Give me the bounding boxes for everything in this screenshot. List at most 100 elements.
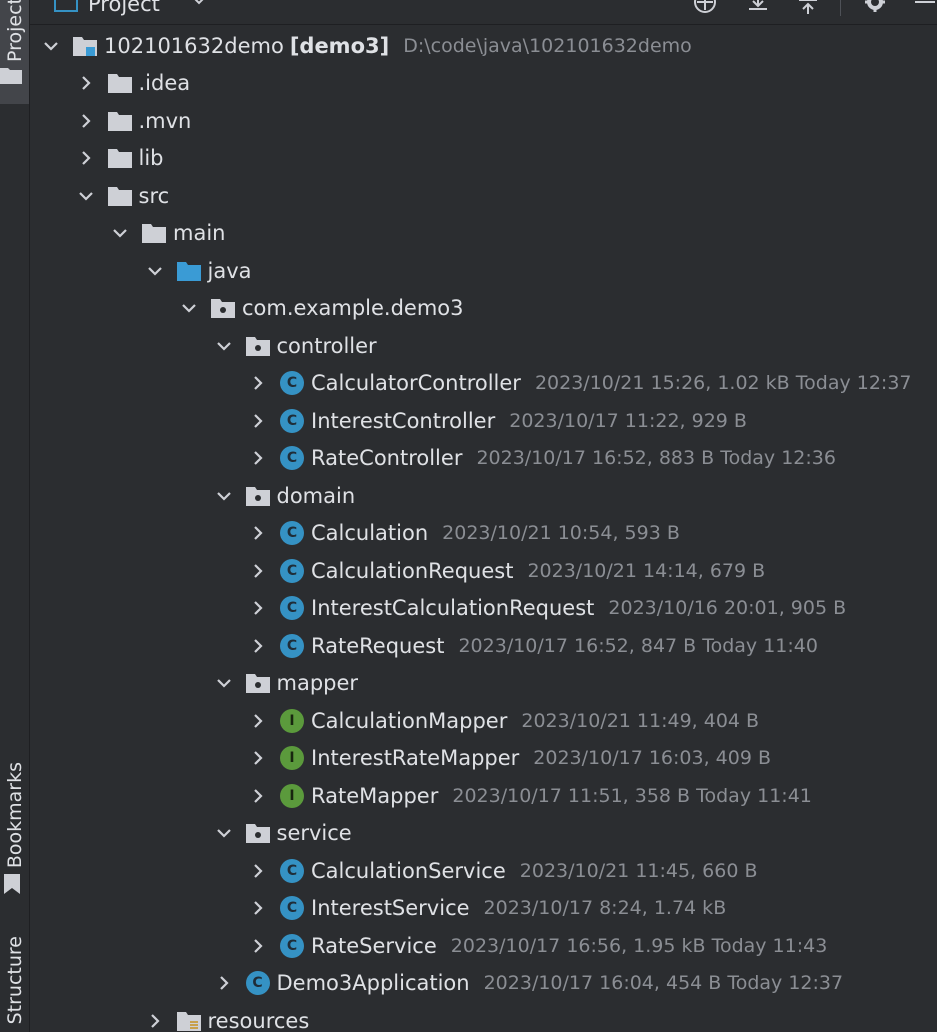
chevron-right-icon[interactable]	[246, 934, 270, 958]
tree-row[interactable]: .idea	[30, 65, 937, 102]
tree-item-name: main	[173, 221, 226, 245]
tree-row[interactable]: main	[30, 215, 937, 252]
chevron-right-icon[interactable]	[246, 521, 270, 545]
tree-row[interactable]: I InterestRateMapper 2023/10/17 16:03, 409…	[30, 740, 937, 777]
tree-item-name: InterestController	[311, 408, 496, 433]
chevron-down-icon[interactable]	[143, 259, 167, 283]
chevron-right-icon[interactable]	[246, 896, 270, 920]
tree-item-name: lib	[138, 146, 164, 170]
tree-row[interactable]: C InterestController 2023/10/17 11:22, 929…	[30, 402, 937, 439]
tree-row[interactable]: lib	[30, 140, 937, 177]
java-class-icon: C	[278, 633, 306, 659]
java-class-icon: C	[278, 520, 306, 546]
locate-icon[interactable]	[692, 0, 718, 16]
tree-item-name: RateMapper	[311, 783, 439, 808]
tree-row[interactable]: C CalculatorController 2023/10/21 15:26, 1…	[30, 365, 937, 402]
java-class-icon: C	[244, 970, 272, 996]
java-class-icon: C	[278, 595, 306, 621]
tree-row[interactable]: C RateRequest 2023/10/17 16:52, 847 B Toda…	[30, 627, 937, 664]
tree-item-name: CalculationMapper	[311, 708, 508, 733]
chevron-right-icon[interactable]	[74, 109, 98, 133]
tree-row[interactable]: C CalculationRequest 2023/10/21 14:14, 679…	[30, 552, 937, 589]
project-view-title[interactable]: Project	[88, 0, 160, 16]
tree-row[interactable]: C InterestCalculationRequest 2023/10/16 20…	[30, 590, 937, 627]
tree-row[interactable]: 102101632demo [demo3] D:\code\java\1021016…	[30, 27, 937, 64]
tree-item-meta: D:\code\java\102101632demo	[403, 34, 692, 57]
java-class-icon: C	[278, 895, 306, 921]
java-class-icon: C	[278, 370, 306, 396]
tree-item-name: resources	[207, 1008, 310, 1032]
java-class-icon: C	[278, 408, 306, 434]
tree-row[interactable]: C RateController 2023/10/17 16:52, 883 B T…	[30, 440, 937, 477]
chevron-right-icon[interactable]	[246, 746, 270, 770]
chevron-right-icon[interactable]	[212, 971, 236, 995]
chevron-down-icon[interactable]	[108, 221, 132, 245]
java-class-icon: C	[278, 858, 306, 884]
tree-item-name: service	[276, 821, 352, 845]
tree-item-meta: 2023/10/17 16:52, 883 B Today 12:36	[476, 447, 836, 469]
tree-item-meta: 2023/10/17 8:24, 1.74 kB	[483, 897, 727, 919]
chevron-right-icon[interactable]	[246, 859, 270, 883]
tree-item-name: .idea	[138, 71, 191, 95]
chevron-right-icon[interactable]	[143, 1009, 167, 1032]
bookmarks-tool-button[interactable]: Bookmarks	[0, 760, 29, 870]
tree-item-name: controller	[276, 333, 377, 358]
tree-row[interactable]: java	[30, 252, 937, 289]
expand-all-icon[interactable]	[746, 0, 770, 16]
java-class-icon: C	[278, 933, 306, 959]
tree-row[interactable]: service	[30, 815, 937, 852]
chevron-right-icon[interactable]	[246, 446, 270, 470]
structure-tool-label: Structure	[3, 935, 26, 1025]
tree-row[interactable]: C CalculationService 2023/10/21 11:45, 660…	[30, 852, 937, 889]
tree-row[interactable]: C Demo3Application 2023/10/17 16:04, 454 B…	[30, 965, 937, 1002]
project-tool-button[interactable]: Project	[0, 0, 29, 104]
chevron-right-icon[interactable]	[246, 709, 270, 733]
tree-item-name: domain	[276, 483, 356, 508]
project-toolbar: Project	[30, 0, 937, 25]
tree-row[interactable]: I CalculationMapper 2023/10/21 11:49, 404 …	[30, 702, 937, 739]
chevron-right-icon[interactable]	[246, 784, 270, 808]
collapse-all-icon[interactable]	[796, 0, 820, 16]
tree-item-name: InterestService	[311, 896, 470, 920]
structure-tool-button[interactable]: Structure	[0, 930, 29, 1030]
chevron-down-icon[interactable]	[212, 484, 236, 508]
chevron-right-icon[interactable]	[74, 71, 98, 95]
tree-item-name: InterestCalculationRequest	[311, 596, 595, 620]
chevron-down-icon[interactable]	[74, 184, 98, 208]
tree-row[interactable]: .mvn	[30, 102, 937, 139]
tree-item-meta: 2023/10/16 20:01, 905 B	[608, 597, 847, 619]
tree-row[interactable]: I RateMapper 2023/10/17 11:51, 358 B Today…	[30, 777, 937, 814]
tree-item-name: CalculationService	[311, 858, 506, 883]
gear-icon[interactable]	[862, 0, 888, 16]
tree-item-name: java	[207, 258, 252, 283]
tree-row[interactable]: src	[30, 177, 937, 214]
project-tool-label: Project	[3, 0, 26, 62]
bookmarks-tool-label: Bookmarks	[3, 761, 26, 869]
chevron-down-icon[interactable]	[192, 0, 206, 6]
tree-row[interactable]: C Calculation 2023/10/21 10:54, 593 B	[30, 515, 937, 552]
tree-item-name: com.example.demo3	[242, 296, 464, 320]
tree-row[interactable]: C InterestService 2023/10/17 8:24, 1.74 kB	[30, 890, 937, 927]
tree-item-name: RateController	[311, 446, 463, 470]
chevron-right-icon[interactable]	[246, 634, 270, 658]
tree-row[interactable]: com.example.demo3	[30, 290, 937, 327]
chevron-down-icon[interactable]	[212, 671, 236, 695]
package-icon	[244, 820, 272, 846]
chevron-right-icon[interactable]	[246, 409, 270, 433]
chevron-down-icon[interactable]	[212, 821, 236, 845]
chevron-right-icon[interactable]	[246, 596, 270, 620]
chevron-right-icon[interactable]	[246, 559, 270, 583]
chevron-down-icon[interactable]	[39, 34, 63, 58]
chevron-down-icon[interactable]	[212, 334, 236, 358]
folder-icon	[106, 183, 134, 209]
tree-row[interactable]: mapper	[30, 665, 937, 702]
tree-row[interactable]: controller	[30, 327, 937, 364]
tree-row[interactable]: resources	[30, 1002, 937, 1032]
chevron-right-icon[interactable]	[74, 146, 98, 170]
tree-row[interactable]: domain	[30, 477, 937, 514]
chevron-down-icon[interactable]	[177, 296, 201, 320]
minimize-icon[interactable]	[914, 0, 936, 6]
tree-item-meta: 2023/10/21 14:14, 679 B	[527, 559, 766, 582]
tree-row[interactable]: C RateService 2023/10/17 16:56, 1.95 kB To…	[30, 927, 937, 964]
chevron-right-icon[interactable]	[246, 371, 270, 395]
